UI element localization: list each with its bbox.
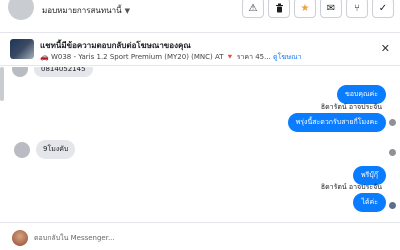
incoming-message-row: 9โมงคับ [14,140,76,159]
outgoing-message: ได้ค่ะ [353,193,386,212]
reply-input[interactable] [34,229,386,247]
check-icon: ✓ [378,2,388,14]
page-avatar [12,230,28,246]
assign-conversation-dropdown[interactable]: มอบหมายการสนทนานี้ ▼ [42,4,130,17]
star-icon: ★ [300,2,310,14]
contact-avatar[interactable] [8,0,34,20]
read-receipt-avatar [389,202,396,209]
delete-button[interactable] [268,0,290,18]
ad-thumbnail [10,39,34,59]
incoming-message: 9โมงคับ [36,140,76,159]
read-receipt-avatar [389,119,396,126]
trash-icon [275,3,283,13]
scrollbar[interactable] [0,67,4,101]
mark-unread-button[interactable]: ✉ [320,0,342,18]
caret-down-icon: ▼ [124,6,130,15]
sender-name: ธิดารัตน์ อาจประจัน [320,183,382,191]
mark-spam-button[interactable]: ⚠ [242,0,264,18]
message-thread[interactable]: 0814052145 ขอบคุณค่ะ ธิดารัตน์ อาจประจัน… [0,67,400,220]
ad-banner-title: แชทนี้มีข้อความตอบกลับต่อโฆษณาของคุณ [40,41,191,50]
outgoing-message: พรุ่งนี้สะดวกรับสายกี่โมงคะ [287,113,386,132]
contact-avatar-small [12,67,28,77]
warning-icon: ⚠ [248,2,258,14]
contact-avatar-small [14,141,30,158]
reply-composer [0,222,400,250]
close-icon[interactable]: ✕ [381,42,390,55]
ad-detail-text: 🚗 W038 - Yaris 1.2 Sport Premium (MY20) … [40,53,271,61]
conversation-header: มอบหมายการสนทนานี้ ▼ ⚠ ★ ✉ ⑂ ✓ [0,0,400,30]
mark-done-button[interactable]: ✓ [372,0,394,18]
assign-conversation-label: มอบหมายการสนทนานี้ [42,6,122,15]
filter-icon: ⑂ [354,2,360,14]
star-button[interactable]: ★ [294,0,316,18]
ad-banner-detail: 🚗 W038 - Yaris 1.2 Sport Premium (MY20) … [40,52,302,63]
view-ad-link[interactable]: ดูโฆษณา [273,53,302,61]
incoming-message: 0814052145 [34,67,93,77]
incoming-message-row: 0814052145 [12,67,93,77]
ad-reply-banner: แชทนี้มีข้อความตอบกลับต่อโฆษณาของคุณ 🚗 W… [0,32,400,66]
mail-icon: ✉ [326,2,336,14]
read-receipt-avatar [389,149,396,156]
header-actions: ⚠ ★ ✉ ⑂ ✓ [242,0,394,18]
follow-up-button[interactable]: ⑂ [346,0,368,18]
sender-name: ธิดารัตน์ อาจประจัน [320,103,382,111]
